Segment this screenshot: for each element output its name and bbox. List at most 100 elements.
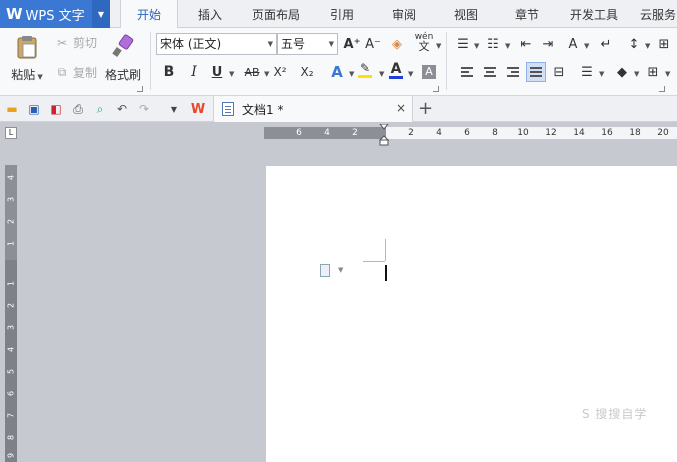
font-size-select[interactable]: 五号 ▼ — [277, 33, 338, 55]
tab-home[interactable]: 开始 — [120, 0, 178, 29]
numbered-list-icon[interactable]: ☷ — [483, 34, 503, 54]
sort-icon[interactable]: ↕ — [624, 34, 644, 54]
chevron-down-icon[interactable]: ▼ — [599, 70, 604, 78]
chevron-down-icon[interactable]: ▼ — [338, 266, 343, 274]
font-name-select[interactable]: 宋体 (正文) ▼ — [156, 33, 277, 55]
ruler-label: 1 — [6, 240, 16, 247]
chevron-down-icon[interactable]: ▼ — [584, 42, 589, 50]
ruler-label: 6 — [6, 390, 16, 397]
paragraph-shading-icon[interactable]: ◆ — [612, 62, 632, 82]
tab-page-layout[interactable]: 页面布局 — [244, 0, 308, 28]
align-center-icon[interactable] — [480, 62, 500, 82]
indent-marker-icon[interactable] — [379, 124, 389, 146]
tab-cloud[interactable]: 云服务 — [636, 0, 677, 28]
shrink-font-icon[interactable]: A⁻ — [363, 34, 383, 54]
redo-icon[interactable]: ↷ — [136, 101, 152, 117]
clipboard-dialog-launcher[interactable] — [137, 86, 143, 92]
paragraph-dialog-launcher[interactable] — [659, 86, 665, 92]
ruler-label: 4 — [6, 346, 16, 353]
ruler-label: 2 — [6, 302, 16, 309]
font-dialog-launcher[interactable] — [433, 86, 439, 92]
font-size-value: 五号 — [281, 37, 306, 51]
chevron-down-icon[interactable]: ▼ — [474, 42, 479, 50]
customize-toolbar-icon[interactable]: ▼ — [166, 101, 182, 117]
italic-button[interactable]: I — [184, 62, 204, 82]
tab-references[interactable]: 引用 — [320, 0, 364, 28]
grow-font-icon[interactable]: A⁺ — [342, 34, 362, 54]
print-icon[interactable]: ⎙ — [70, 101, 86, 117]
line-spacing-icon[interactable]: ☰ — [577, 62, 597, 82]
tab-stop-selector[interactable]: L — [5, 127, 17, 139]
chinese-layout-icon[interactable]: A — [563, 34, 583, 54]
subscript-button[interactable]: X₂ — [297, 62, 317, 82]
chevron-down-icon[interactable]: ▼ — [92, 0, 110, 28]
new-tab-button[interactable]: + — [418, 98, 433, 119]
chevron-down-icon[interactable]: ▼ — [264, 70, 269, 78]
margin-corner-mark — [385, 239, 386, 261]
ruler-label: 5 — [6, 368, 16, 375]
tab-developer[interactable]: 开发工具 — [564, 0, 624, 28]
underline-button[interactable]: U — [207, 62, 227, 82]
align-left-icon[interactable] — [457, 62, 477, 82]
cut-button[interactable]: ✂ 剪切 — [54, 34, 97, 51]
tab-view[interactable]: 视图 — [444, 0, 488, 28]
margin-corner-mark — [363, 261, 385, 262]
chevron-down-icon[interactable]: ▼ — [645, 42, 650, 50]
chevron-down-icon[interactable]: ▼ — [408, 70, 413, 78]
clear-format-icon[interactable]: ◈ — [387, 34, 407, 54]
undo-icon[interactable]: ↶ — [114, 101, 130, 117]
increase-indent-icon[interactable]: ⇥ — [538, 34, 558, 54]
export-pdf-icon[interactable]: ◧ — [48, 101, 64, 117]
chevron-down-icon[interactable]: ▼ — [436, 42, 441, 50]
chevron-down-icon[interactable]: ▼ — [665, 70, 670, 78]
distribute-icon[interactable]: ⊟ — [549, 62, 569, 82]
highlight-color-button[interactable]: ✎ — [355, 60, 375, 80]
ruler-label: 10 — [517, 128, 529, 138]
divider — [446, 32, 447, 90]
cut-label: 剪切 — [73, 36, 98, 50]
font-color-button[interactable]: A — [386, 60, 406, 80]
close-icon[interactable]: × — [396, 101, 406, 115]
wps-home-icon[interactable]: W — [190, 101, 206, 117]
ruler-label: 4 — [324, 128, 330, 138]
tab-insert[interactable]: 插入 — [186, 0, 234, 28]
borders-icon[interactable]: ⊞ — [643, 62, 663, 82]
copy-button[interactable]: ⧉ 复制 — [54, 64, 97, 81]
copy-icon: ⧉ — [57, 65, 67, 79]
document-tab[interactable]: 文档1 * × — [213, 96, 413, 122]
menu-bar: W WPS 文字 ▼ 开始 插入 页面布局 引用 审阅 视图 章节 开发工具 云… — [0, 0, 677, 29]
app-menu-button[interactable]: W WPS 文字 ▼ — [0, 0, 110, 28]
chevron-down-icon[interactable]: ▼ — [229, 70, 234, 78]
bold-button[interactable]: B — [159, 62, 179, 82]
save-icon[interactable]: ▣ — [26, 101, 42, 117]
justify-icon[interactable] — [526, 62, 546, 82]
strikethrough-button[interactable]: AB — [239, 62, 265, 82]
decrease-indent-icon[interactable]: ⇤ — [516, 34, 536, 54]
char-shading-button[interactable]: A — [419, 62, 439, 82]
ruler-label: 2 — [408, 128, 414, 138]
ruler-label: 2 — [352, 128, 358, 138]
pinyin-guide-icon[interactable]: wén 文 — [414, 32, 434, 53]
table-icon[interactable]: ⊞ — [654, 34, 674, 54]
show-marks-icon[interactable]: ↵ — [596, 34, 616, 54]
font-name-value: 宋体 (正文) — [160, 37, 222, 51]
ruler-label: 8 — [6, 434, 16, 441]
print-preview-icon[interactable]: ⌕ — [92, 101, 108, 117]
paste-button[interactable]: 粘贴 ▼ — [9, 34, 45, 83]
bullet-list-icon[interactable]: ☰ — [453, 34, 473, 54]
horizontal-ruler[interactable]: 6 4 2 2 4 6 8 10 12 14 16 18 20 — [264, 127, 677, 139]
chevron-down-icon[interactable]: ▼ — [505, 42, 510, 50]
align-right-icon[interactable] — [503, 62, 523, 82]
chevron-down-icon[interactable]: ▼ — [634, 70, 639, 78]
tab-sections[interactable]: 章节 — [505, 0, 549, 28]
superscript-button[interactable]: X² — [270, 62, 290, 82]
open-folder-icon[interactable]: ▬ — [4, 101, 20, 117]
format-painter-button[interactable]: 格式刷 — [103, 34, 143, 83]
font-color-icon: A — [390, 60, 402, 77]
tab-review[interactable]: 审阅 — [382, 0, 426, 28]
vertical-ruler[interactable]: 4 3 2 1 1 2 3 4 5 6 7 8 9 — [5, 165, 17, 462]
chevron-down-icon[interactable]: ▼ — [379, 70, 384, 78]
paragraph-layout-icon[interactable] — [320, 264, 330, 277]
text-effect-icon[interactable]: A — [327, 62, 347, 82]
chevron-down-icon[interactable]: ▼ — [349, 70, 354, 78]
